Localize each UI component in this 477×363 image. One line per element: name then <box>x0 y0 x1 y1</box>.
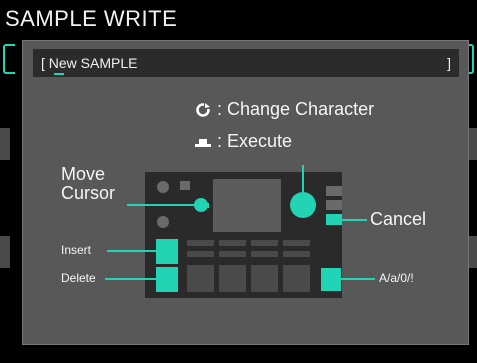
device-pad <box>251 265 278 292</box>
cursor-knob-bar <box>195 203 209 208</box>
background-tab <box>0 236 10 268</box>
dial-highlight <box>290 192 316 218</box>
insert-key-highlight <box>156 239 178 264</box>
device-pad-row <box>219 251 246 257</box>
device-key <box>326 200 342 210</box>
delete-key-highlight <box>156 267 178 292</box>
name-field-left-edge <box>3 44 15 74</box>
case-toggle-label: A/a/0/! <box>379 271 414 285</box>
device-pad-row <box>283 251 310 257</box>
device-knob <box>157 181 169 193</box>
move-cursor-label: Move Cursor <box>61 164 116 203</box>
write-dialog: [ New SAMPLE ] : Change Character : Exec… <box>22 40 469 345</box>
device-key <box>326 186 342 196</box>
device-pad <box>187 265 214 292</box>
device-pad-row <box>219 240 246 246</box>
background-tab <box>0 128 10 160</box>
cancel-key-highlight <box>326 214 342 225</box>
cancel-label: Cancel <box>370 209 427 229</box>
device-pad <box>219 265 246 292</box>
device-pad-row <box>251 240 278 246</box>
delete-label: Delete <box>61 271 96 285</box>
page-title: SAMPLE WRITE <box>5 6 178 31</box>
device-pad-row <box>251 251 278 257</box>
insert-label: Insert <box>61 243 92 257</box>
device-pad-row <box>187 240 214 246</box>
case-key-highlight <box>321 268 341 291</box>
device-small-key <box>180 181 190 190</box>
device-pad-row <box>187 251 214 257</box>
device-pad-row <box>283 240 310 246</box>
device-screen <box>213 179 281 232</box>
device-pad <box>283 265 310 292</box>
device-knob <box>157 216 169 228</box>
